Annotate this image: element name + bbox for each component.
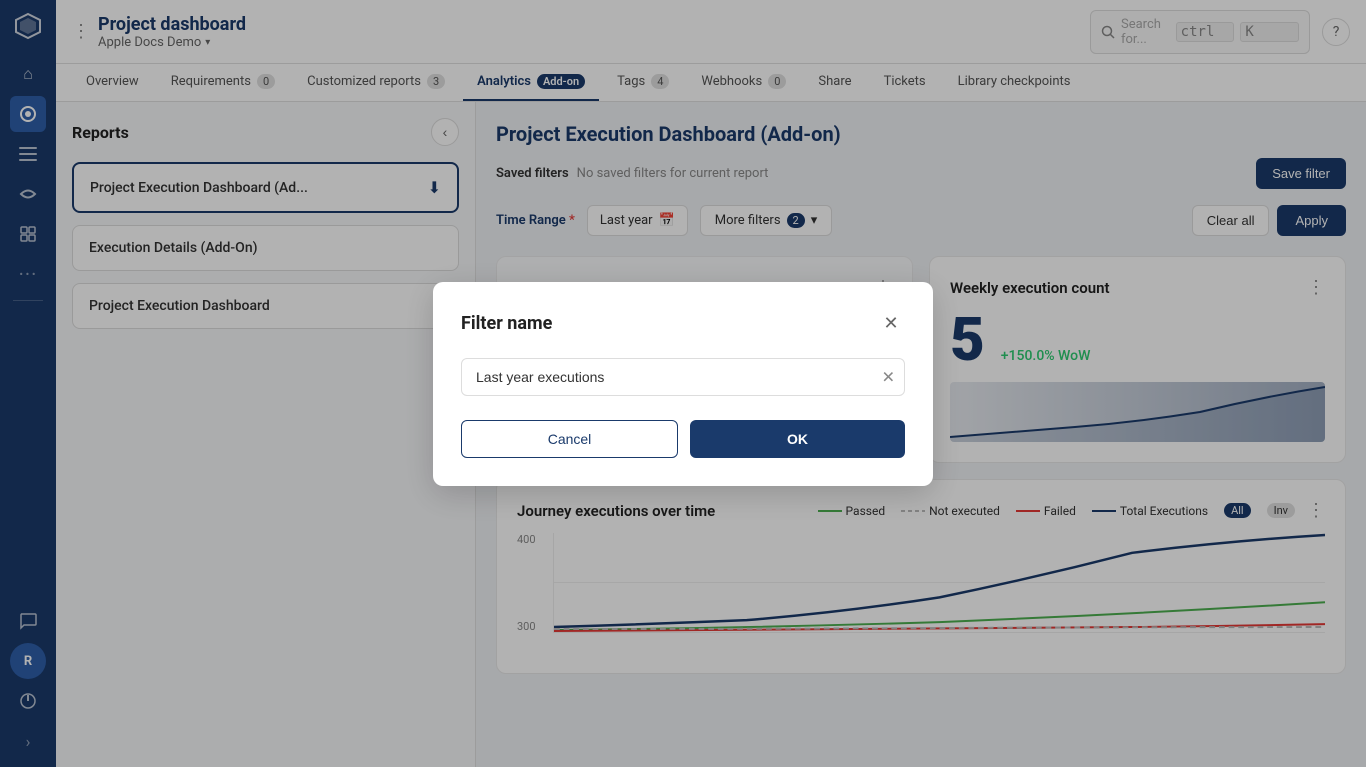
filter-name-modal: Filter name ✕ ✕ Cancel OK	[433, 282, 933, 486]
modal-ok-button[interactable]: OK	[690, 420, 905, 458]
modal-input-clear-icon[interactable]: ✕	[882, 367, 895, 386]
modal-input-wrap: ✕	[461, 358, 905, 396]
modal-title: Filter name	[461, 313, 552, 334]
modal-actions: Cancel OK	[461, 420, 905, 458]
modal-close-button[interactable]: ✕	[877, 310, 905, 338]
modal-header: Filter name ✕	[461, 310, 905, 338]
modal-overlay[interactable]: Filter name ✕ ✕ Cancel OK	[0, 0, 1366, 767]
filter-name-input[interactable]	[461, 358, 905, 396]
modal-cancel-button[interactable]: Cancel	[461, 420, 678, 458]
